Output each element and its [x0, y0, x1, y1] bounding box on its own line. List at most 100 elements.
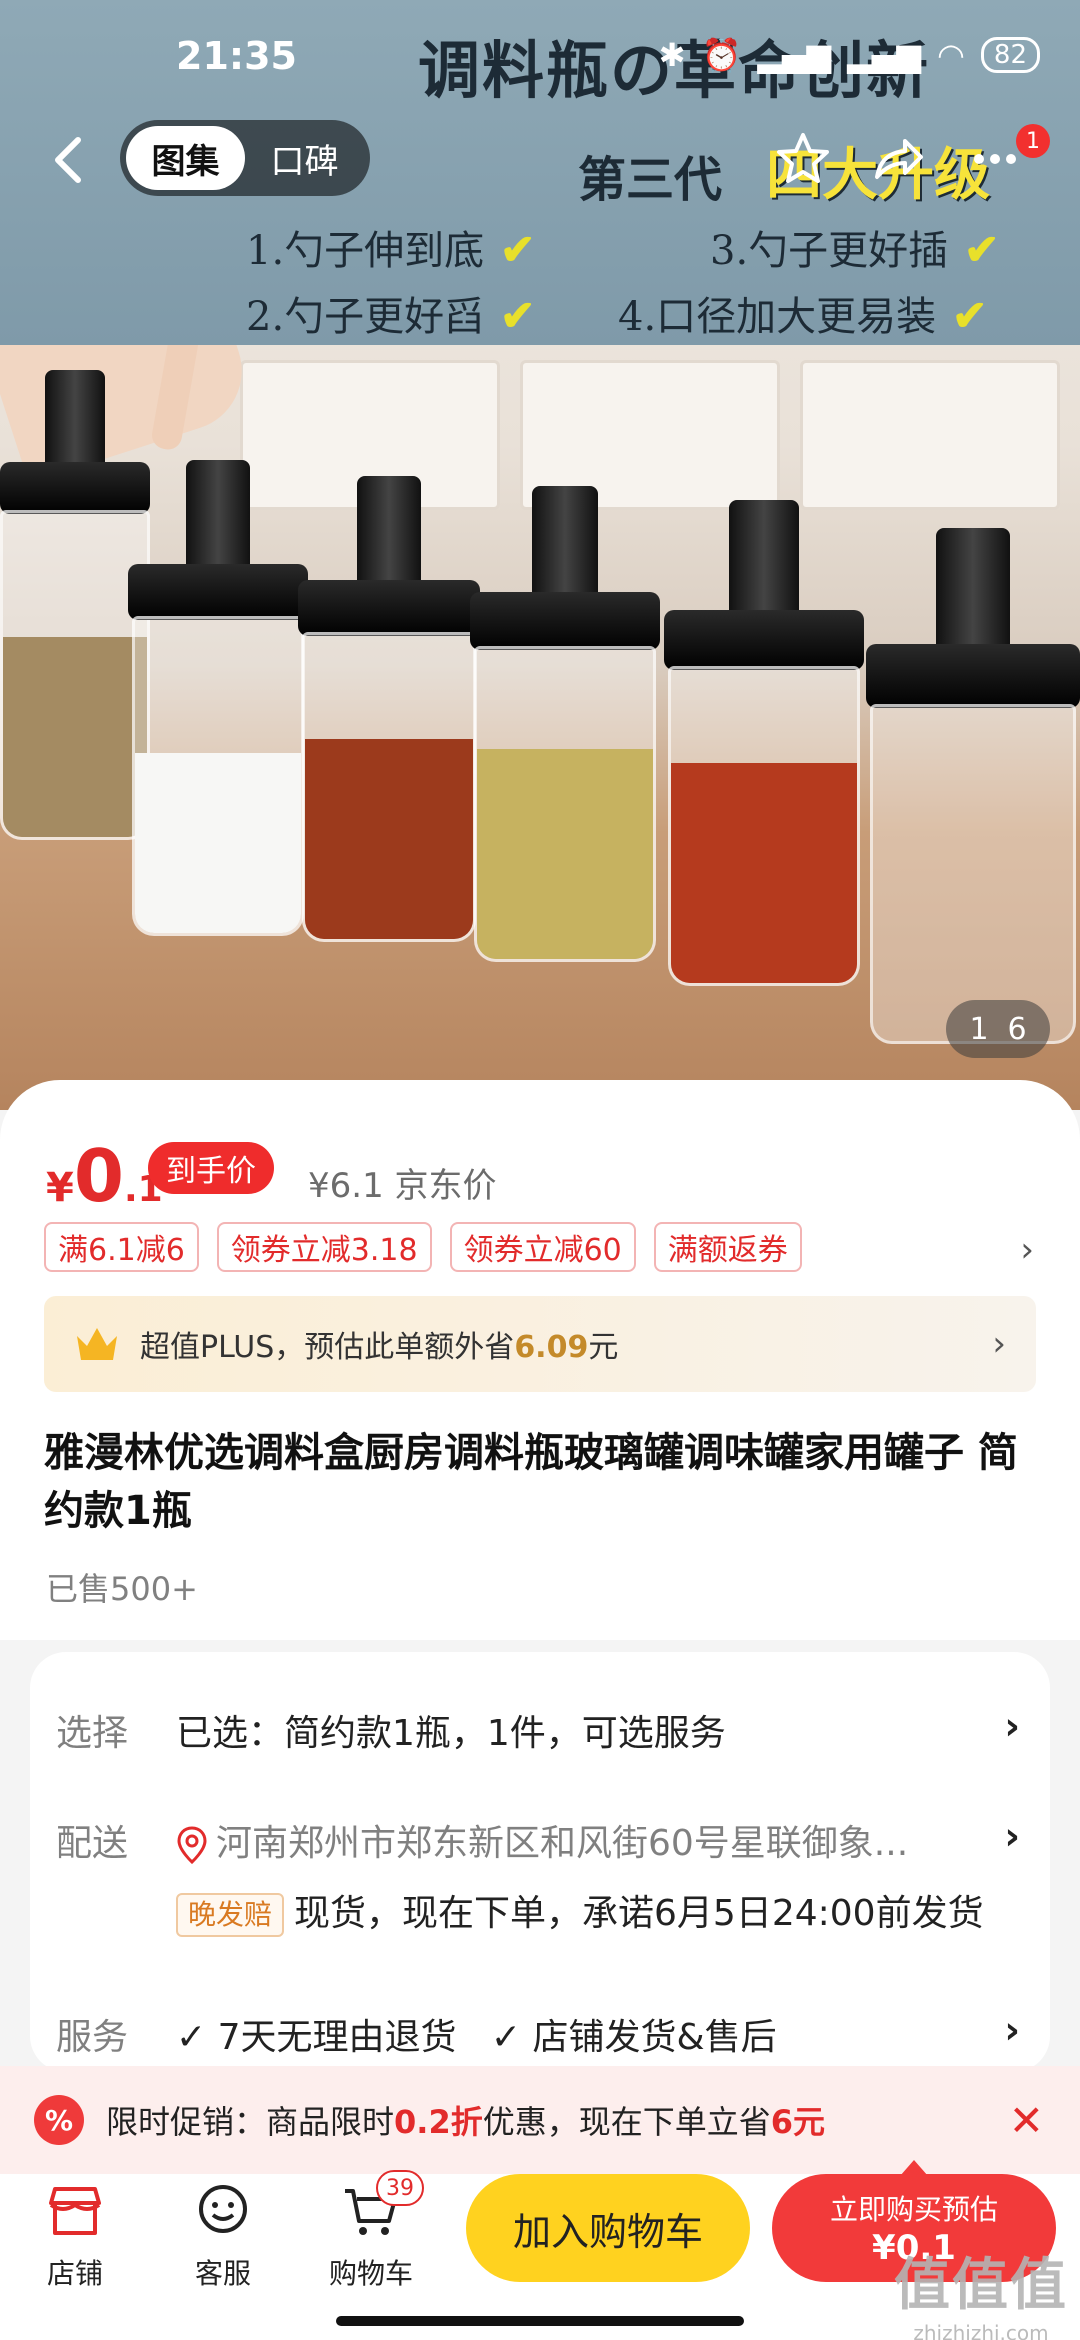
chevron-right-icon: ›: [1004, 1704, 1020, 1748]
currency-symbol: ¥: [46, 1165, 74, 1211]
options-card: 选择 已选：简约款1瓶，1件，可选服务 › 配送 河南郑州市郑东新区和风街60号…: [30, 1652, 1050, 2072]
back-button[interactable]: [40, 130, 100, 190]
store-icon: [49, 2187, 101, 2235]
image-counter: 1 6: [946, 1000, 1050, 1058]
feature-item: 3.勺子更好插 ✔: [710, 218, 999, 276]
price-integer: 0: [73, 1134, 124, 1218]
check-icon: ✔: [500, 291, 536, 340]
discount-icon: %: [34, 2095, 84, 2145]
ship-text: 现货，现在下单，承诺6月5日24:00前发货: [294, 1893, 984, 1934]
bluetooth-icon: ✱: [658, 36, 686, 74]
check-icon: ✔: [964, 225, 1000, 274]
service-label: 服务: [56, 2017, 129, 2058]
wifi-icon: ◠: [936, 36, 965, 74]
banner-prefix: 第三代: [578, 152, 723, 208]
address-text: 河南郑州市郑东新区和风街60号星联御象...: [216, 1823, 909, 1864]
product-title: 雅漫林优选调料盒厨房调料瓶玻璃罐调味罐家用罐子 简约款1瓶: [44, 1430, 1018, 1534]
feature-item: 1.勺子伸到底 ✔: [246, 218, 535, 276]
delivery-label: 配送: [56, 1823, 129, 1864]
jd-price: ¥6.1 京东价: [308, 1166, 497, 1206]
service-list: ✓ 7天无理由退货 ✓ 店铺发货&售后: [176, 2008, 976, 2060]
store-label: 店铺: [46, 2257, 103, 2290]
coupon-list: 满6.1减6 领券立减3.18 领券立减60 满额返券: [44, 1222, 802, 1272]
check-icon: ✔: [500, 225, 536, 274]
chevron-right-icon[interactable]: ›: [1020, 1230, 1034, 1270]
alarm-icon: ⏰: [701, 36, 742, 74]
feature-text: 3.勺子更好插: [710, 228, 949, 274]
image-counter-total: 6: [1007, 1011, 1027, 1047]
promo-text: 限时促销：商品限时0.2折优惠，现在下单立省6元: [106, 2097, 825, 2143]
final-price: ¥ 0 .1: [46, 1134, 163, 1218]
feature-item: 4.口径加大更易装 ✔: [618, 284, 987, 342]
promo-discount: 0.2折: [394, 2103, 483, 2141]
plus-savings-bar[interactable]: 超值PLUS，预估此单额外省6.09元 ›: [44, 1296, 1036, 1392]
watermark: 值值值 zhizhizhi.com: [894, 2240, 1068, 2340]
customer-service-button[interactable]: 客服: [168, 2176, 278, 2292]
jar-image: [664, 500, 864, 990]
select-value: 已选：简约款1瓶，1件，可选服务: [176, 1713, 726, 1754]
add-to-cart-button[interactable]: 加入购物车: [466, 2174, 750, 2282]
location-pin-icon: [177, 1826, 207, 1865]
coupon-tag[interactable]: 领券立减3.18: [216, 1222, 432, 1272]
share-icon: [875, 139, 923, 179]
crown-icon: [77, 1328, 117, 1360]
chevron-right-icon: ›: [992, 1324, 1006, 1364]
cart-count-badge: 39: [376, 2170, 424, 2206]
final-price-tag[interactable]: 到手价: [148, 1142, 274, 1194]
battery-icon: 82: [980, 37, 1040, 73]
late-compensation-tag: 晚发赔: [176, 1893, 285, 1937]
coupon-tag[interactable]: 领券立减60: [449, 1222, 636, 1272]
chevron-right-icon: ›: [1004, 2008, 1020, 2052]
share-button[interactable]: [862, 124, 932, 194]
check-circle-icon: ✓: [490, 2017, 522, 2058]
status-icons: ✱ ⏰ ▂▄▆ ▂▄▆ ◠ 82: [659, 36, 1040, 74]
delivery-address: 河南郑州市郑东新区和风街60号星联御象...: [176, 1814, 976, 1866]
plus-suffix: 元: [588, 1330, 619, 1365]
sold-count: 已售500+: [46, 1570, 198, 1608]
chat-smile-icon: [199, 2185, 247, 2233]
jar-image: [470, 486, 660, 966]
close-icon[interactable]: ✕: [1009, 2096, 1044, 2145]
jar-image: [298, 476, 480, 946]
promo-strip[interactable]: % 限时促销：商品限时0.2折优惠，现在下单立省6元 ✕: [0, 2066, 1080, 2174]
check-circle-icon: ✓: [176, 2017, 207, 2058]
service-item: 7天无理由退货: [217, 2017, 457, 2058]
feature-text: 4.口径加大更易装: [618, 294, 937, 340]
signal-icon: ▂▄▆: [847, 36, 921, 74]
image-counter-current: 1: [969, 1011, 989, 1047]
customer-service-label: 客服: [194, 2257, 251, 2290]
feature-text: 2.勺子更好舀: [246, 294, 485, 340]
star-icon: [777, 133, 829, 183]
chevron-right-icon: ›: [1004, 1814, 1020, 1858]
cart-label: 购物车: [328, 2257, 413, 2290]
plus-savings-text: 超值PLUS，预估此单额外省6.09元: [140, 1322, 618, 1366]
promo-save: 6元: [770, 2103, 826, 2141]
coupon-tag[interactable]: 满6.1减6: [44, 1222, 199, 1272]
promo-pre: 限时促销：商品限时: [106, 2103, 395, 2141]
service-item: 店铺发货&售后: [532, 2017, 777, 2058]
signal-icon: ▂▄▆: [757, 36, 832, 74]
buy-now-label: 立即购买预估: [829, 2193, 998, 2226]
jar-image: [866, 528, 1080, 1048]
promo-mid: 优惠，现在下单立省: [482, 2103, 771, 2141]
watermark-logo: 值值值: [894, 2253, 1068, 2318]
home-indicator[interactable]: [336, 2316, 744, 2326]
coupon-tag[interactable]: 满额返券: [653, 1222, 802, 1272]
status-bar: 21:35 ✱ ⏰ ▂▄▆ ▂▄▆ ◠ 82: [0, 0, 1080, 110]
wall-tile: [800, 360, 1060, 510]
notification-badge: 1: [1016, 124, 1050, 158]
status-time: 21:35: [176, 34, 297, 78]
feature-item: 2.勺子更好舀 ✔: [246, 284, 535, 342]
favorite-button[interactable]: [768, 124, 838, 194]
watermark-url: zhizhizhi.com: [913, 2321, 1049, 2340]
select-label: 选择: [56, 1713, 129, 1754]
plus-prefix: 超值PLUS，预估此单额外省: [140, 1330, 515, 1365]
plus-amount: 6.09: [514, 1330, 589, 1365]
check-icon: ✔: [952, 291, 988, 340]
chevron-left-icon: [55, 137, 81, 183]
ship-promise: 晚发赔 现货，现在下单，承诺6月5日24:00前发货: [176, 1884, 1036, 1937]
tab-reviews[interactable]: 口碑: [245, 126, 364, 190]
tab-gallery[interactable]: 图集: [126, 126, 245, 190]
feature-text: 1.勺子伸到底: [246, 228, 485, 274]
store-button[interactable]: 店铺: [20, 2176, 130, 2292]
